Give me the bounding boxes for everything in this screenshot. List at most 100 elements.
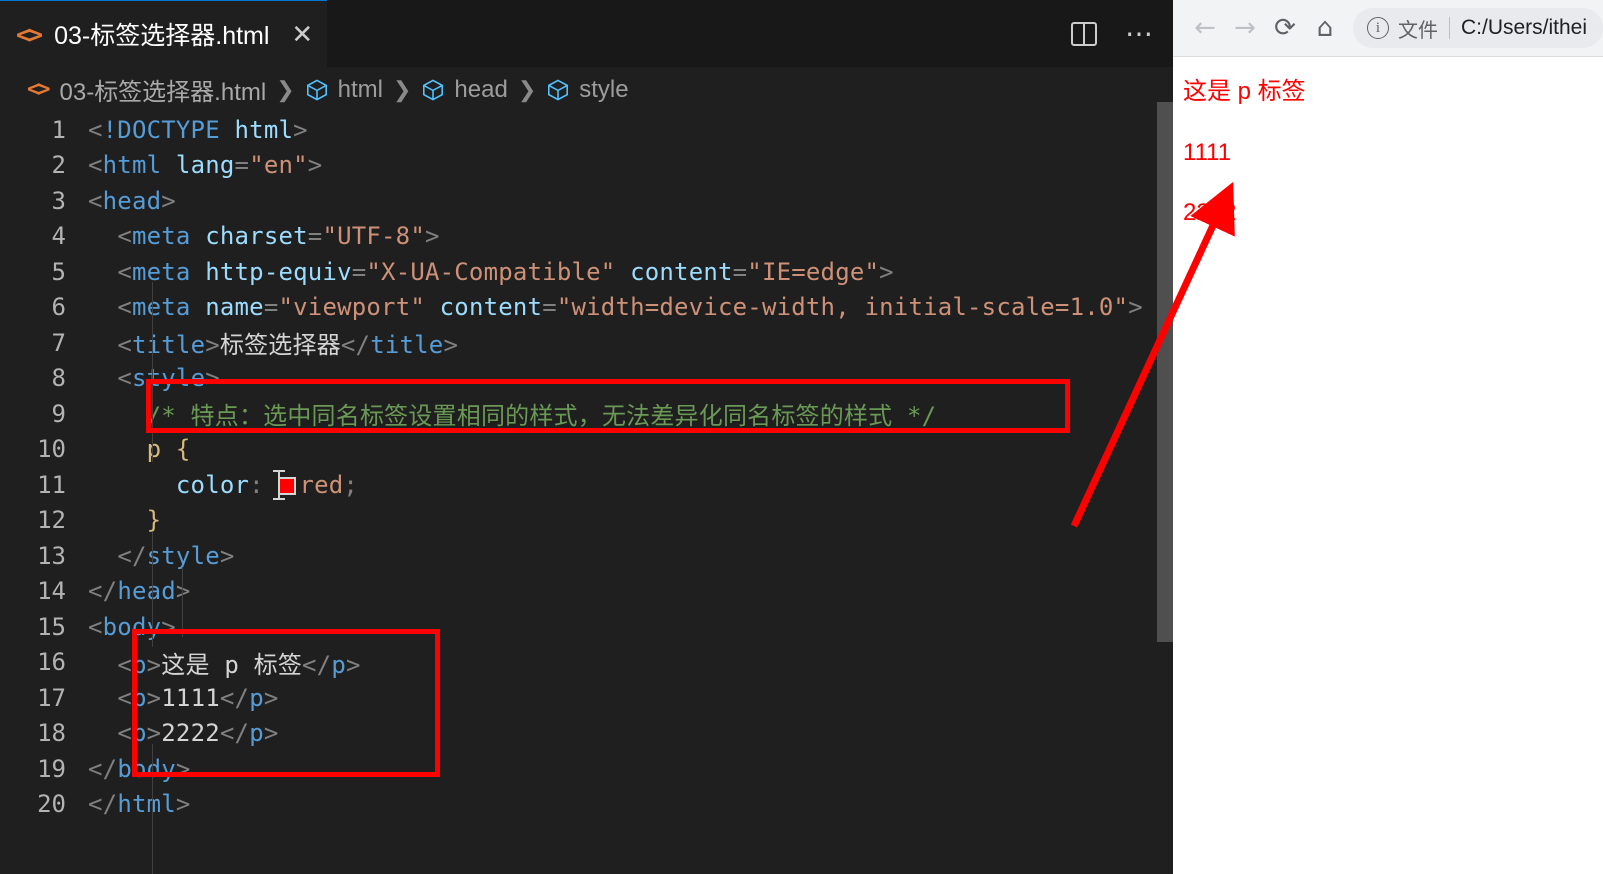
code-token: < [88,115,103,144]
code-token: = [732,257,748,286]
code-token: head [102,186,162,215]
code-line[interactable]: 2 <html lang="en"> [0,148,1173,184]
code-token: "en" [249,151,308,180]
code-line[interactable]: 14 </head> [0,574,1173,610]
code-line-text: <meta http-equiv="X-UA-Compatible" conte… [88,258,1173,286]
code-line[interactable]: 9 /* 特点：选中同名标签设置相同的样式，无法差异化同名标签的样式 */ [0,396,1173,432]
line-number: 16 [37,648,66,677]
code-line-text: <body> [88,613,1173,641]
address-bar[interactable]: i 文件 C:/Users/ithei [1353,8,1603,48]
line-number: 2 [51,151,66,180]
code-token: "UTF-8" [322,222,425,251]
line-number: 17 [37,683,66,712]
code-token: p [131,650,147,679]
code-token: p [249,719,264,748]
color-swatch-icon[interactable] [278,476,297,495]
code-token: = [542,293,557,322]
screenshot-root: <> 03-标签选择器.html ✕ ⋯ <> 03-标签选择器.html ❯ … [0,0,1603,874]
code-line[interactable]: 1 <!DOCTYPE html> [0,112,1173,148]
back-icon[interactable]: ← [1185,8,1225,48]
code-line[interactable]: 3 <head> [0,183,1173,219]
code-token: : [249,470,264,499]
code-token: html [102,151,162,180]
line-number: 19 [37,754,66,783]
code-token: < [117,222,132,251]
breadcrumb-label: html [337,75,383,103]
code-token: < [117,683,132,712]
line-number: 10 [37,435,66,464]
more-actions-icon[interactable]: ⋯ [1125,19,1155,47]
code-line[interactable]: 5 <meta http-equiv="X-UA-Compatible" con… [0,254,1173,290]
code-line-text: <p>1111</p> [88,684,1173,712]
address-scheme-label: 文件 [1398,19,1438,42]
code-token: html [234,115,294,144]
code-line[interactable]: 10 p { [0,432,1173,468]
breadcrumb-item-style[interactable]: style [546,76,629,104]
reload-icon[interactable]: ⟳ [1265,8,1305,48]
line-number: 14 [37,577,66,606]
code-line[interactable]: 17 <p>1111</p> [0,680,1173,716]
code-line[interactable]: 6 <meta name="viewport" content="width=d… [0,290,1173,326]
code-token: > [161,186,176,215]
code-token: head [117,577,176,606]
breadcrumb-separator-icon: ❯ [392,76,412,102]
code-token: html [117,790,176,819]
editor-scrollbar[interactable] [1157,67,1173,874]
code-line[interactable]: 19 </body> [0,751,1173,787]
breadcrumb-item-head[interactable]: head [421,76,508,104]
code-token: < [88,186,103,215]
code-line[interactable]: 15 <body> [0,609,1173,645]
code-token: 这是 p 标签 [161,650,303,679]
editor-tab-html-file[interactable]: <> 03-标签选择器.html ✕ [0,0,328,67]
split-editor-icon[interactable] [1071,21,1097,46]
close-icon[interactable]: ✕ [291,21,313,47]
line-number: 20 [37,790,66,819]
code-token: !DOCTYPE [102,115,220,144]
code-token: > [161,612,176,641]
forward-icon[interactable]: → [1225,8,1265,48]
breadcrumb-item-html[interactable]: html [305,76,383,104]
code-text-area[interactable]: 1 <!DOCTYPE html> 2 <html lang="en"> 3 <head>… [0,112,1173,874]
code-token: color [175,470,250,499]
code-line[interactable]: 4 <meta charset="UTF-8"> [0,219,1173,255]
code-token: </ [88,754,118,783]
code-line[interactable]: 13 </style> [0,538,1173,574]
info-icon[interactable]: i [1367,17,1389,39]
html-file-icon: <> [16,19,43,49]
line-number: 13 [37,541,66,570]
address-divider [1449,17,1450,39]
breadcrumb-file[interactable]: 03-标签选择器.html [60,72,267,107]
code-token: > [879,257,894,286]
editor-scrollbar-thumb[interactable] [1157,102,1173,642]
code-token: } [146,506,162,535]
code-line-text: </head> [88,577,1173,605]
code-token: > [307,151,323,180]
code-line[interactable]: 8 <style> [0,361,1173,397]
code-line-text: </html> [88,790,1173,818]
rendered-paragraph: 2222 [1183,199,1237,226]
rendered-paragraph: 这是 p 标签 [1183,78,1306,105]
browser-viewport: 这是 p 标签 1111 2222 [1173,57,1603,874]
cube-icon [306,78,327,101]
code-token: </ [219,683,250,712]
editor-tab-bar: <> 03-标签选择器.html ✕ ⋯ [0,0,1173,67]
code-line-text: p { [88,435,1173,463]
home-icon[interactable]: ⌂ [1305,8,1345,48]
editor-tab-label: 03-标签选择器.html [54,22,270,50]
code-token: meta [131,293,191,322]
code-line[interactable]: 11 color: red; [0,467,1173,503]
code-line[interactable]: 12 } [0,503,1173,539]
code-line[interactable]: 16 <p>这是 p 标签</p> [0,645,1173,681]
code-line[interactable]: 18 <p>2222</p> [0,716,1173,752]
code-token: < [117,257,132,286]
code-line[interactable]: 20 </html> [0,787,1173,823]
code-token: /* 特点：选中同名标签设置相同的样式，无法差异化同名标签的样式 */ [146,402,937,431]
code-line[interactable]: 7 <title>标签选择器</title> [0,325,1173,361]
code-token: < [117,293,132,322]
